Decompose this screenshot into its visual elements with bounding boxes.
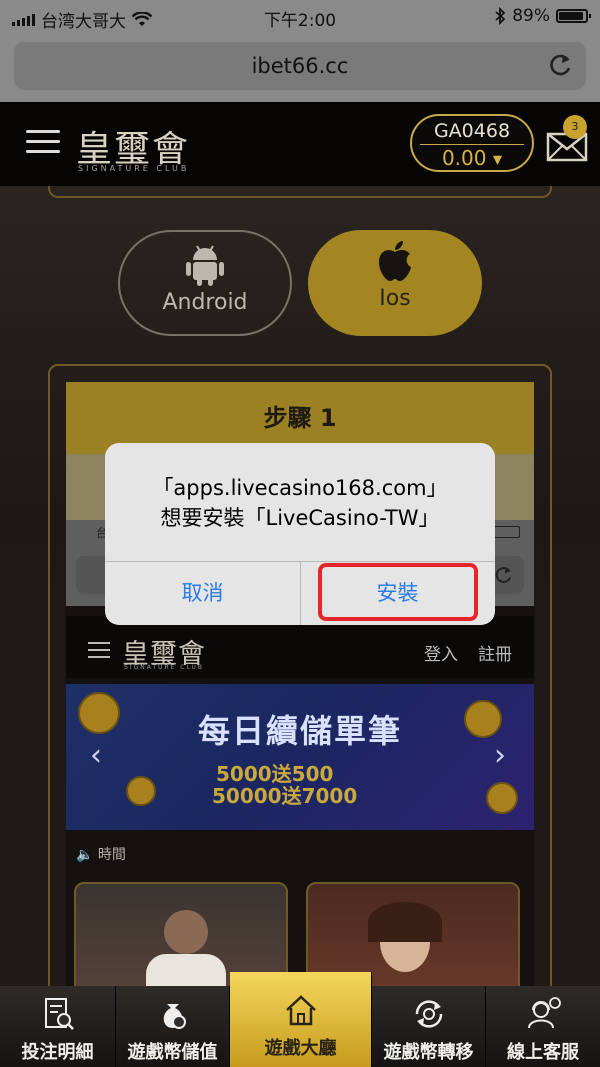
- install-button[interactable]: 安裝: [300, 561, 495, 625]
- battery-icon: [556, 9, 591, 23]
- inner-battery-icon: [494, 526, 520, 538]
- inner-login-link: 登入: [424, 645, 458, 665]
- android-icon: [186, 245, 224, 286]
- dialog-line-2: 想要安裝「LiveCasino-TW」: [160, 506, 440, 530]
- account-divider: [420, 144, 524, 145]
- inner-site-header: 皇璽會 SIGNATURE CLUB 登入 註冊: [66, 616, 534, 678]
- status-right: 89%: [494, 6, 591, 26]
- notice-text: 時間: [97, 847, 126, 863]
- bluetooth-icon: [495, 7, 506, 25]
- tab-label: 遊戲大廳: [264, 1038, 337, 1059]
- address-url: ibet66.cc: [251, 54, 349, 78]
- status-bar: 台湾大哥大 下午2:00 89%: [0, 0, 600, 34]
- transfer-icon: [415, 1000, 442, 1028]
- balance-value: 0.00: [441, 146, 487, 170]
- chevron-down-icon: ▼: [492, 152, 503, 167]
- bottom-tab-bar: 投注明細 遊戲幣儲值 遊戲大廳 遊戲幣轉移 線上客服: [0, 972, 600, 1067]
- dealer-hair: [368, 902, 442, 942]
- deposit-icon: [163, 1004, 186, 1029]
- install-dialog: 「apps.livecasino168.com」 想要安裝「LiveCasino…: [105, 443, 495, 625]
- account-balance-button[interactable]: GA0468 0.00 ▼: [410, 114, 534, 172]
- tab-label: 線上客服: [507, 1042, 579, 1063]
- site-logo-subtitle: SIGNATURE CLUB: [78, 164, 190, 173]
- inner-register-link: 註冊: [478, 645, 512, 665]
- tab-deposit[interactable]: 遊戲幣儲值: [116, 986, 230, 1067]
- support-icon: [528, 997, 561, 1029]
- marquee-notice: 🔈 時間: [76, 844, 126, 864]
- tab-customer-support[interactable]: 線上客服: [486, 986, 600, 1067]
- apple-icon: [379, 241, 411, 281]
- menu-icon[interactable]: [26, 130, 60, 156]
- top-panel-edge: [48, 186, 552, 198]
- tab-label: 投注明細: [21, 1042, 94, 1063]
- tab-label: 遊戲幣儲值: [127, 1042, 218, 1063]
- tab-game-lobby[interactable]: 遊戲大廳: [230, 972, 372, 1067]
- inner-menu-icon: [88, 642, 110, 663]
- reload-icon[interactable]: [548, 52, 574, 78]
- promo-banner: ‹ › 每日續儲單筆 5000送500 50000送7000: [66, 684, 534, 830]
- address-bar[interactable]: ibet66.cc: [14, 42, 586, 90]
- inner-reload-icon: [495, 567, 512, 583]
- coin-icon: [126, 776, 156, 806]
- ios-button[interactable]: Ios: [308, 230, 482, 336]
- speaker-icon: 🔈: [76, 847, 94, 863]
- banner-offer-2: 50000送7000: [212, 784, 358, 808]
- browser-toolbar: ibet66.cc: [0, 34, 600, 102]
- ios-label: Ios: [379, 286, 411, 311]
- dialog-message: 「apps.livecasino168.com」 想要安裝「LiveCasino…: [105, 473, 495, 533]
- cancel-button[interactable]: 取消: [105, 561, 300, 625]
- android-button[interactable]: Android: [118, 230, 292, 336]
- mail-count-badge: 3: [563, 115, 587, 139]
- tab-transfer[interactable]: 遊戲幣轉移: [372, 986, 486, 1067]
- bet-detail-icon: [44, 998, 74, 1030]
- player-jersey: [146, 954, 226, 990]
- inner-logo-subtitle: SIGNATURE CLUB: [124, 664, 205, 671]
- home-icon: [285, 995, 316, 1026]
- tab-label: 遊戲幣轉移: [383, 1042, 474, 1063]
- coin-icon: [486, 782, 518, 814]
- dialog-line-1: 「apps.livecasino168.com」: [152, 476, 448, 500]
- battery-percent: 89%: [512, 6, 550, 26]
- account-balance: 0.00 ▼: [412, 146, 532, 170]
- account-id: GA0468: [433, 120, 511, 142]
- banner-title: 每日續儲單筆: [197, 712, 402, 750]
- player-figure: [164, 910, 208, 954]
- tab-bet-details[interactable]: 投注明細: [0, 986, 116, 1067]
- android-label: Android: [162, 290, 248, 315]
